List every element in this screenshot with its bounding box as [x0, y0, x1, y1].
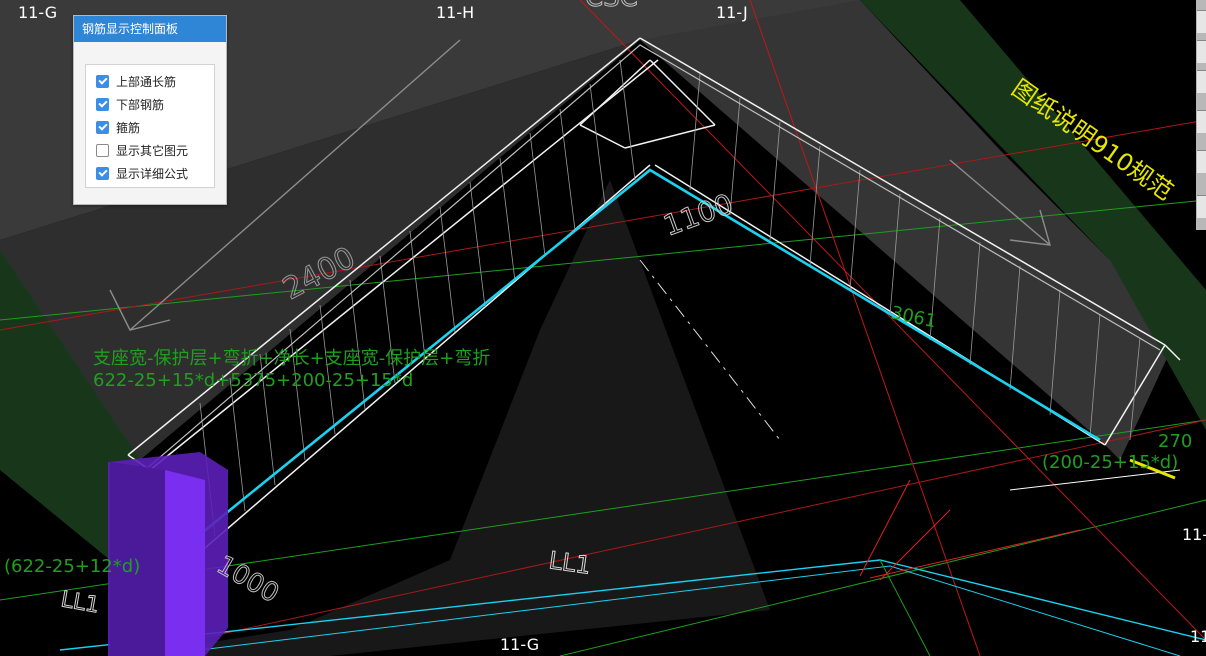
tool-button-6[interactable] — [1197, 195, 1206, 218]
option-label: 上部通长筋 — [116, 74, 177, 89]
view-toolbar — [1196, 0, 1206, 230]
checkbox-icon[interactable] — [96, 120, 109, 134]
formula-line-2: 622-25+15*d+5375+200-25+15*d — [93, 370, 413, 391]
axis-label-right-mid: 11- — [1182, 525, 1206, 544]
checkbox-icon[interactable] — [96, 97, 109, 111]
dim-top-partial: CSC — [585, 0, 638, 13]
dim-3061: 3061 — [889, 302, 938, 332]
panel-options: 上部通长筋 下部钢筋 箍筋 显示其它图元 显示详细公式 — [85, 64, 215, 188]
option-bottom-rebar[interactable]: 下部钢筋 — [96, 95, 164, 113]
tool-button-5[interactable] — [1197, 150, 1206, 173]
dim-270: 270 — [1158, 431, 1192, 452]
option-label: 下部钢筋 — [116, 97, 165, 112]
option-label: 显示详细公式 — [116, 166, 189, 181]
option-show-other-elements[interactable]: 显示其它图元 — [96, 141, 188, 159]
formula-line-1: 支座宽-保护层+弯折+净长+支座宽-保护层+弯折 — [93, 348, 490, 369]
option-label: 箍筋 — [116, 120, 141, 135]
tool-button-2[interactable] — [1197, 40, 1206, 63]
option-show-detailed-formula[interactable]: 显示详细公式 — [96, 164, 188, 182]
axis-label-right-bottom: 11 — [1190, 627, 1206, 646]
checkbox-icon[interactable] — [96, 74, 109, 88]
option-stirrup[interactable]: 箍筋 — [96, 118, 140, 136]
option-label: 显示其它图元 — [116, 143, 189, 158]
option-top-through-rebar[interactable]: 上部通长筋 — [96, 72, 176, 90]
panel-title[interactable]: 钢筋显示控制面板 — [74, 16, 226, 42]
beam-label-ll1-left: LL1 — [59, 587, 101, 618]
formula-right-bracket: (200-25+15*d) — [1042, 452, 1178, 473]
beam-label-ll1-mid: LL1 — [547, 546, 593, 580]
axis-label-j-top: 11-J — [716, 3, 748, 22]
checkbox-icon[interactable] — [96, 143, 109, 157]
checkbox-icon[interactable] — [96, 166, 109, 180]
formula-left-bracket: (622-25+12*d) — [4, 556, 140, 577]
axis-label-g-top: 11-G — [18, 3, 57, 22]
axis-label-h-top: 11-H — [436, 3, 474, 22]
tool-button-3[interactable] — [1197, 70, 1206, 93]
column-purple — [108, 452, 228, 656]
tool-button-1[interactable] — [1197, 10, 1206, 33]
axis-label-g-bottom: 11-G — [500, 635, 539, 654]
rebar-display-panel: 钢筋显示控制面板 上部通长筋 下部钢筋 箍筋 显示其它图元 显示详细公式 — [73, 15, 227, 205]
tool-button-4[interactable] — [1197, 110, 1206, 133]
dim-1100: 1100 — [659, 187, 737, 242]
